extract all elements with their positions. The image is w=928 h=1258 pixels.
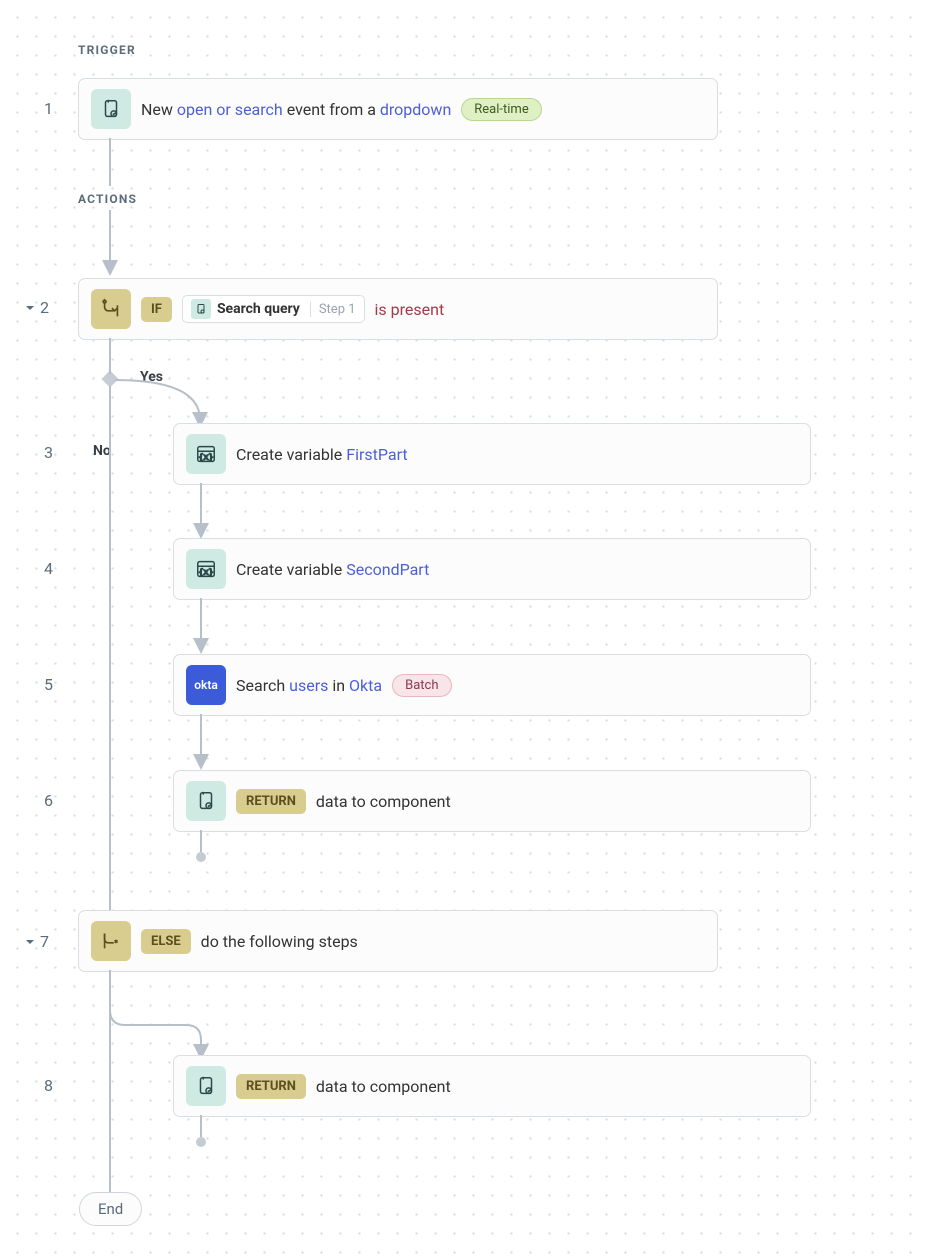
step-number-2[interactable]: 2 <box>25 298 49 317</box>
else-card[interactable]: ELSE do the following steps <box>78 910 718 972</box>
branch-end-dot <box>196 852 206 862</box>
okta-icon: okta <box>186 665 226 705</box>
step7-text: do the following steps <box>201 932 358 951</box>
step-number-4: 4 <box>44 559 53 578</box>
realtime-badge: Real-time <box>461 98 541 121</box>
collapse-icon <box>25 303 35 313</box>
step-number-7[interactable]: 7 <box>25 932 49 951</box>
step4-text: Create variable SecondPart <box>236 560 429 579</box>
trigger-text: New open or search event from a dropdown <box>141 100 451 119</box>
component-icon <box>186 1066 226 1106</box>
section-label-actions: ACTIONS <box>78 192 137 206</box>
return-tag: RETURN <box>236 1074 306 1099</box>
variable-icon: {x} <box>186 434 226 474</box>
component-icon <box>91 89 131 129</box>
step8-text: data to component <box>316 1077 451 1096</box>
svg-text:{x}: {x} <box>199 452 214 462</box>
step6-text: data to component <box>316 792 451 811</box>
create-variable-card-2[interactable]: {x} Create variable SecondPart <box>173 538 811 600</box>
if-condition-card[interactable]: IF Search query Step 1 is present <box>78 278 718 340</box>
step-number-3: 3 <box>44 443 53 462</box>
section-label-trigger: TRIGGER <box>78 43 136 57</box>
component-icon <box>186 781 226 821</box>
svg-text:{x}: {x} <box>199 567 214 577</box>
step-number-5: 5 <box>44 675 53 694</box>
return-tag: RETURN <box>236 789 306 814</box>
step3-text: Create variable FirstPart <box>236 445 408 464</box>
if-tag: IF <box>141 297 172 322</box>
condition-text: is present <box>375 300 445 319</box>
return-card-1[interactable]: RETURN data to component <box>173 770 811 832</box>
step5-text: Search users in Okta <box>236 676 382 695</box>
batch-badge: Batch <box>392 674 451 697</box>
else-icon <box>91 921 131 961</box>
okta-search-card[interactable]: okta Search users in Okta Batch <box>173 654 811 716</box>
collapse-icon <box>25 937 35 947</box>
end-pill: End <box>79 1192 142 1226</box>
variable-icon: {x} <box>186 549 226 589</box>
else-tag: ELSE <box>141 929 191 954</box>
branch-end-dot <box>196 1137 206 1147</box>
create-variable-card-1[interactable]: {x} Create variable FirstPart <box>173 423 811 485</box>
component-mini-icon <box>191 299 211 319</box>
branch-icon <box>91 289 131 329</box>
datapill-search-query[interactable]: Search query Step 1 <box>182 295 365 323</box>
return-card-2[interactable]: RETURN data to component <box>173 1055 811 1117</box>
step-number-1: 1 <box>44 99 53 118</box>
step-number-8: 8 <box>44 1076 53 1095</box>
step-number-6: 6 <box>44 791 53 810</box>
trigger-card[interactable]: New open or search event from a dropdown… <box>78 78 718 140</box>
